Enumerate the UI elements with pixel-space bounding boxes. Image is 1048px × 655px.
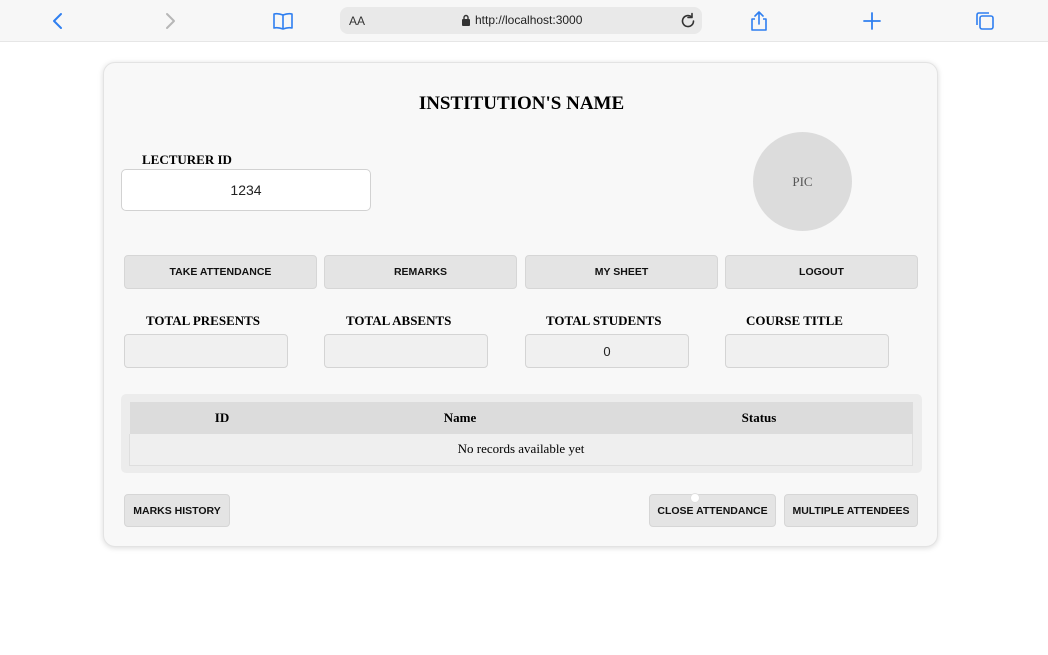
total-absents-field: [324, 334, 488, 368]
attendance-table-container: ID Name Status No records available yet: [121, 394, 922, 473]
reload-icon[interactable]: [678, 11, 698, 31]
pic-placeholder-label: PIC: [792, 173, 813, 189]
column-header-status: Status: [605, 402, 913, 434]
pointer-cursor: [690, 493, 700, 503]
text-size-button[interactable]: AA: [349, 14, 365, 28]
lecturer-id-label: LECTURER ID: [142, 152, 232, 167]
profile-picture: PIC: [753, 132, 852, 231]
bookmarks-icon[interactable]: [270, 8, 296, 34]
remarks-button[interactable]: REMARKS: [324, 255, 517, 289]
browser-toolbar: AA http://localhost:3000: [0, 0, 1048, 42]
column-header-id: ID: [129, 402, 315, 434]
marks-history-button[interactable]: MARKS HISTORY: [124, 494, 230, 527]
total-students-field: 0: [525, 334, 689, 368]
attendance-card: INSTITUTION'S NAME LECTURER ID PIC TAKE …: [103, 62, 938, 547]
tabs-overview-icon[interactable]: [972, 8, 998, 34]
course-title-field: [725, 334, 889, 368]
table-row: No records available yet: [129, 434, 913, 466]
address-bar[interactable]: AA http://localhost:3000: [340, 7, 702, 34]
total-presents-label: TOTAL PRESENTS: [146, 313, 261, 328]
logout-button[interactable]: LOGOUT: [725, 255, 918, 289]
url-display[interactable]: http://localhost:3000: [461, 13, 582, 27]
total-absents-label: TOTAL ABSENTS: [346, 313, 452, 328]
attendance-table: ID Name Status No records available yet: [129, 402, 913, 466]
total-presents-field: [124, 334, 288, 368]
my-sheet-button[interactable]: MY SHEET: [525, 255, 718, 289]
lecturer-id-input[interactable]: [121, 169, 371, 211]
multiple-attendees-button[interactable]: MULTIPLE ATTENDEES: [784, 494, 918, 527]
new-tab-icon[interactable]: [859, 8, 885, 34]
take-attendance-button[interactable]: TAKE ATTENDANCE: [124, 255, 317, 289]
close-attendance-button[interactable]: CLOSE ATTENDANCE: [649, 494, 776, 527]
url-text: http://localhost:3000: [475, 13, 583, 27]
table-header-row: ID Name Status: [129, 402, 913, 434]
course-title-label: COURSE TITLE: [746, 313, 843, 328]
share-icon[interactable]: [746, 8, 772, 34]
lock-icon: [462, 14, 470, 26]
total-students-label: TOTAL STUDENTS: [546, 313, 662, 328]
column-header-name: Name: [314, 402, 606, 434]
forward-icon[interactable]: [157, 8, 183, 34]
page-title: INSTITUTION'S NAME: [418, 93, 625, 114]
empty-table-message: No records available yet: [129, 434, 913, 466]
back-icon[interactable]: [45, 8, 71, 34]
